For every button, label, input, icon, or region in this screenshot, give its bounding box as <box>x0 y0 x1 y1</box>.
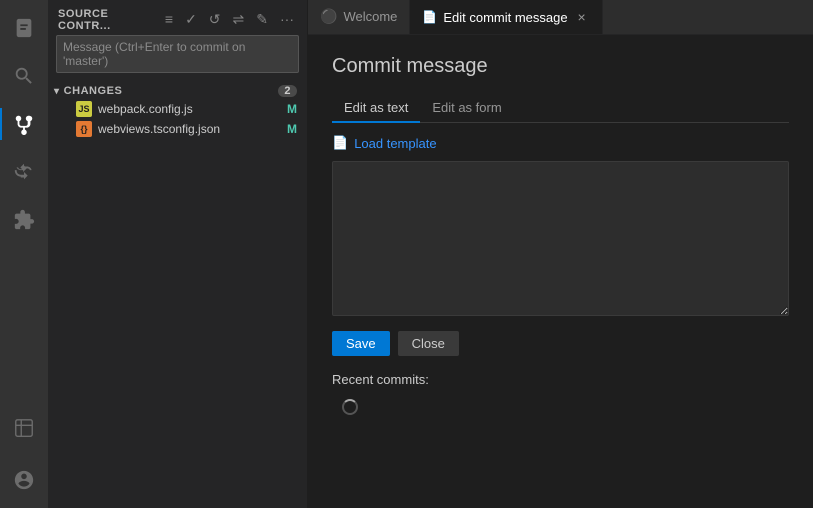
tab-welcome[interactable]: ⚫ Welcome <box>308 0 410 34</box>
vs-icon: ⚫ <box>320 8 337 25</box>
commit-check-icon[interactable]: ✓ <box>182 9 200 30</box>
webpack-filename: webpack.config.js <box>98 102 287 116</box>
file-item-tsconfig[interactable]: {} webviews.tsconfig.json M <box>48 119 307 139</box>
load-template-icon: 📄 <box>332 135 348 151</box>
tab-bar: ⚫ Welcome 📄 Edit commit message × <box>308 0 813 35</box>
sidebar-header-icons: ≡ ✓ ↺ ⇌ ✎ ··· <box>162 9 297 30</box>
subtab-edit-form[interactable]: Edit as form <box>420 94 513 123</box>
tab-edit-commit-label: Edit commit message <box>443 10 567 25</box>
chevron-down-icon: ▾ <box>54 86 60 97</box>
commit-message-input[interactable]: Message (Ctrl+Enter to commit on 'master… <box>56 35 299 73</box>
subtab-edit-text[interactable]: Edit as text <box>332 94 420 123</box>
changes-count-badge: 2 <box>278 85 297 97</box>
save-button[interactable]: Save <box>332 331 390 356</box>
load-template-row[interactable]: 📄 Load template <box>332 135 789 151</box>
tsconfig-file-icon: {} <box>76 121 92 137</box>
subtab-row: Edit as text Edit as form <box>332 94 789 123</box>
changes-section: ▾ CHANGES 2 JS webpack.config.js M {} we… <box>48 79 307 143</box>
edit-commit-file-icon: 📄 <box>422 10 437 24</box>
search-icon[interactable] <box>0 52 48 100</box>
account-icon[interactable] <box>0 456 48 504</box>
sidebar: Source Contr... ≡ ✓ ↺ ⇌ ✎ ··· Message (C… <box>48 0 308 508</box>
sidebar-title: Source Contr... <box>58 8 162 32</box>
main-content: ⚫ Welcome 📄 Edit commit message × Commit… <box>308 0 813 508</box>
commit-textarea[interactable] <box>332 161 789 316</box>
refresh-icon[interactable]: ↺ <box>206 9 224 30</box>
edit-icon[interactable]: ✎ <box>253 9 271 30</box>
source-control-icon[interactable] <box>0 100 48 148</box>
tab-welcome-label: Welcome <box>343 9 397 24</box>
test-icon[interactable] <box>0 404 48 452</box>
hamburger-icon[interactable]: ≡ <box>162 9 176 30</box>
more-actions-icon[interactable]: ··· <box>277 9 297 30</box>
button-row: Save Close <box>332 331 789 356</box>
tab-edit-commit[interactable]: 📄 Edit commit message × <box>410 0 602 34</box>
run-debug-icon[interactable] <box>0 148 48 196</box>
commit-message-title: Commit message <box>332 55 789 78</box>
tsconfig-filename: webviews.tsconfig.json <box>98 122 287 136</box>
recent-commits-label: Recent commits: <box>332 372 789 387</box>
fetch-icon[interactable]: ⇌ <box>230 9 248 30</box>
tsconfig-status: M <box>287 122 297 136</box>
sidebar-header: Source Contr... ≡ ✓ ↺ ⇌ ✎ ··· <box>48 0 307 35</box>
close-button[interactable]: Close <box>398 331 459 356</box>
changes-label: CHANGES <box>64 85 123 97</box>
load-template-label[interactable]: Load template <box>354 136 436 151</box>
tab-close-icon[interactable]: × <box>574 9 590 25</box>
webpack-file-icon: JS <box>76 101 92 117</box>
file-item-webpack[interactable]: JS webpack.config.js M <box>48 99 307 119</box>
changes-header[interactable]: ▾ CHANGES 2 <box>48 83 307 99</box>
extensions-icon[interactable] <box>0 196 48 244</box>
activity-bar <box>0 0 48 508</box>
webpack-status: M <box>287 102 297 116</box>
loading-spinner <box>342 399 358 415</box>
explorer-icon[interactable] <box>0 4 48 52</box>
editor-pane: Commit message Edit as text Edit as form… <box>308 35 813 508</box>
